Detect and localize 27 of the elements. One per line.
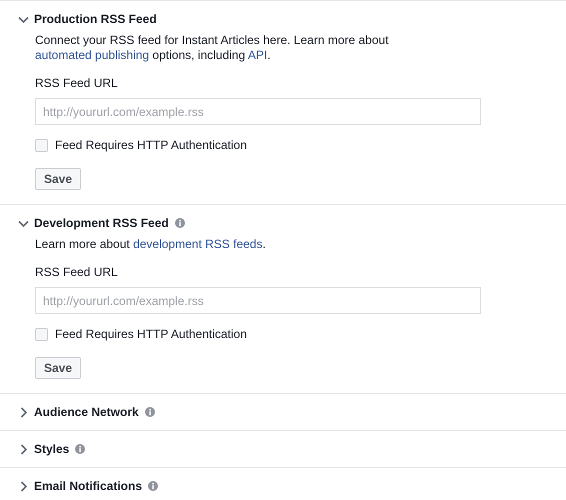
checkbox[interactable] bbox=[35, 138, 48, 152]
checkbox-label[interactable]: Feed Requires HTTP Authentication bbox=[55, 138, 247, 152]
link[interactable]: automated publishing bbox=[35, 48, 150, 62]
section-title[interactable]: Email Notifications bbox=[34, 479, 142, 493]
url-field[interactable]: http://yoururl.com/example.rss bbox=[35, 98, 481, 125]
info-icon[interactable] bbox=[144, 407, 155, 417]
chevron-icon[interactable] bbox=[18, 406, 29, 418]
chevron-icon[interactable] bbox=[18, 444, 29, 454]
save-button[interactable]: Save bbox=[35, 357, 82, 379]
chevron-icon[interactable] bbox=[18, 480, 29, 492]
description-text: Learn more about development RSS feeds. bbox=[35, 237, 267, 252]
url-field[interactable]: http://yoururl.com/example.rss bbox=[35, 287, 481, 314]
save-button[interactable]: Save bbox=[35, 168, 82, 190]
info-icon[interactable] bbox=[75, 444, 86, 454]
link[interactable]: API bbox=[248, 48, 268, 62]
field-label: RSS Feed URL bbox=[35, 265, 118, 279]
section-title[interactable]: Production RSS Feed bbox=[34, 12, 157, 26]
section-title[interactable]: Development RSS Feed bbox=[34, 216, 169, 230]
info-icon[interactable] bbox=[174, 218, 185, 228]
description-text: Connect your RSS feed for Instant Articles here. Learn more about automated publishing options, including API. bbox=[35, 33, 390, 63]
checkbox[interactable] bbox=[35, 328, 48, 340]
section-title[interactable]: Audience Network bbox=[34, 405, 139, 419]
info-icon[interactable] bbox=[148, 481, 158, 491]
section-title[interactable]: Styles bbox=[34, 442, 70, 456]
checkbox-label[interactable]: Feed Requires HTTP Authentication bbox=[55, 327, 247, 341]
link[interactable]: development RSS feeds bbox=[133, 237, 262, 251]
field-label: RSS Feed URL bbox=[35, 76, 118, 90]
